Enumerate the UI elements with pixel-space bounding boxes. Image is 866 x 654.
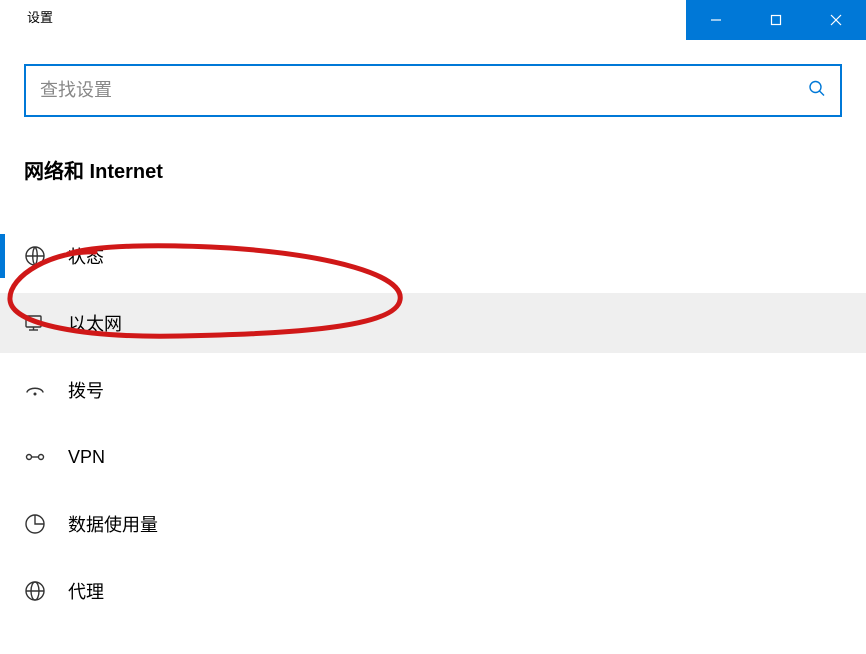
nav-item-label: VPN: [68, 447, 105, 468]
nav-list: 状态 以太网 拨号 VPN 数据: [0, 226, 866, 621]
minimize-button[interactable]: [686, 0, 746, 40]
globe-status-icon: [24, 245, 46, 267]
close-icon: [830, 14, 842, 26]
nav-item-label: 代理: [68, 578, 104, 604]
window-controls: [686, 0, 866, 40]
search-icon: [808, 79, 826, 102]
vpn-icon: [24, 446, 46, 468]
search-box[interactable]: [24, 64, 842, 117]
titlebar: 设置: [0, 0, 866, 40]
proxy-icon: [24, 580, 46, 602]
nav-item-label: 状态: [68, 243, 104, 269]
nav-item-label: 以太网: [68, 310, 122, 336]
nav-item-vpn[interactable]: VPN: [0, 427, 866, 487]
nav-item-proxy[interactable]: 代理: [0, 561, 866, 621]
ethernet-icon: [24, 312, 46, 334]
content-area: 网络和 Internet 状态 以太网 拨号: [0, 40, 866, 621]
nav-item-data-usage[interactable]: 数据使用量: [0, 494, 866, 554]
data-usage-icon: [24, 513, 46, 535]
minimize-icon: [710, 14, 722, 26]
nav-item-label: 拨号: [68, 377, 104, 403]
nav-item-dialup[interactable]: 拨号: [0, 360, 866, 420]
maximize-button[interactable]: [746, 0, 806, 40]
nav-item-ethernet[interactable]: 以太网: [0, 293, 866, 353]
window-title: 设置: [0, 0, 53, 26]
search-input[interactable]: [40, 80, 826, 101]
nav-item-status[interactable]: 状态: [0, 226, 866, 286]
page-title: 网络和 Internet: [24, 155, 842, 184]
close-button[interactable]: [806, 0, 866, 40]
maximize-icon: [770, 14, 782, 26]
dialup-icon: [24, 379, 46, 401]
nav-item-label: 数据使用量: [68, 511, 158, 537]
